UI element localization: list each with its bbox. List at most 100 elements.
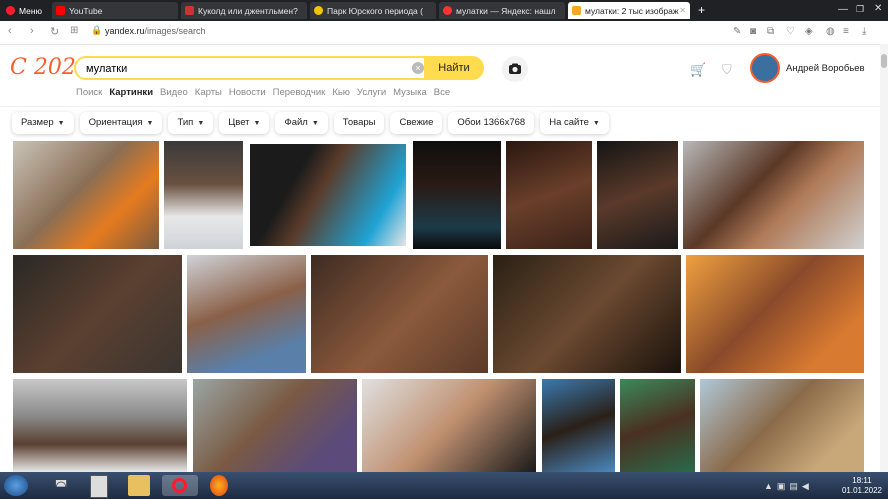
search-input[interactable] (84, 60, 408, 78)
image-result[interactable] (13, 255, 182, 373)
nav-maps[interactable]: Карты (195, 87, 222, 98)
image-result[interactable] (686, 255, 864, 373)
image-result[interactable] (413, 141, 501, 249)
firefox-icon[interactable] (210, 475, 228, 496)
tab-jurassic-park[interactable]: Парк Юрского периода ( (310, 2, 436, 19)
tab-cuckold[interactable]: Куколд или джентльмен? (181, 2, 307, 19)
image-result[interactable] (193, 379, 357, 472)
system-tray-icons[interactable]: ▲▣▤◀ (764, 481, 813, 492)
new-tab-icon[interactable]: + (698, 3, 705, 17)
screenshot-icon[interactable]: ◙ (750, 26, 756, 37)
clock[interactable]: 18:11 01.01.2022 (842, 476, 882, 496)
nav-search[interactable]: Поиск (76, 87, 102, 98)
minimize-icon[interactable]: — (838, 4, 848, 15)
camera-icon (509, 63, 521, 74)
opera-icon (172, 478, 187, 493)
nav-images[interactable]: Картинки (109, 87, 153, 98)
globe-icon[interactable]: ◍ (826, 26, 835, 37)
filter-wallpaper-size[interactable]: Обои 1366x768 (448, 112, 535, 134)
nav-services[interactable]: Услуги (357, 87, 386, 98)
image-result[interactable] (311, 255, 488, 373)
scrollbar[interactable] (880, 44, 888, 472)
user-name[interactable]: Андрей Воробьев (786, 63, 865, 74)
image-result[interactable] (187, 255, 306, 373)
back-icon[interactable]: ‹ (8, 25, 12, 37)
tab-yandex-search[interactable]: мулатки — Яндекс: нашл (439, 2, 565, 19)
maximize-icon[interactable]: ❐ (856, 4, 864, 15)
chevron-down-icon: ▼ (146, 120, 154, 127)
browser-tab-strip: Меню YouTube Куколд или джентльмен? Парк… (0, 0, 888, 21)
filter-size[interactable]: Размер ▼ (12, 112, 74, 134)
image-search-camera-button[interactable] (502, 56, 528, 82)
chevron-down-icon: ▼ (197, 120, 205, 127)
nav-translate[interactable]: Переводчик (273, 87, 326, 98)
address-bar: ‹ › ↻ ⊞ 🔒 yandex.ru/images/search ✎ ◙ ⧉ … (0, 21, 888, 45)
filter-bar: Размер ▼ Ориентация ▼ Тип ▼ Цвет ▼ Файл ▼ Тов… (12, 112, 609, 134)
grid-icon[interactable]: ⊞ (70, 25, 78, 36)
user-profile[interactable]: Андрей Воробьев (750, 53, 865, 83)
cube-icon[interactable]: ◈ (805, 26, 813, 37)
close-window-icon[interactable]: ✕ (874, 3, 882, 14)
image-result[interactable] (493, 255, 681, 373)
image-result[interactable] (620, 379, 695, 472)
url-field[interactable]: yandex.ru/images/search (105, 26, 206, 36)
scrollbar-thumb[interactable] (881, 54, 887, 68)
download-icon[interactable]: ⤓ (862, 26, 866, 37)
image-result[interactable] (597, 141, 678, 249)
chevron-down-icon: ▼ (253, 120, 261, 127)
filter-color[interactable]: Цвет ▼ (219, 112, 270, 134)
file-explorer-icon[interactable] (128, 475, 150, 496)
cart-icon[interactable]: 🛒 (690, 62, 706, 78)
nav-music[interactable]: Музыка (393, 87, 427, 98)
tab-youtube[interactable]: YouTube (52, 2, 178, 19)
yandex-icon (443, 6, 452, 15)
filter-file[interactable]: Файл ▼ (275, 112, 328, 134)
windows-taskbar: ◚ ▲▣▤◀ 18:11 01.01.2022 (0, 472, 888, 499)
opera-taskbar-button[interactable] (162, 475, 198, 496)
image-results-grid (0, 140, 880, 472)
calculator-icon[interactable] (90, 475, 108, 498)
nav-video[interactable]: Видео (160, 87, 188, 98)
image-result[interactable] (700, 379, 864, 472)
filter-products[interactable]: Товары (333, 112, 385, 134)
header-divider (0, 106, 888, 107)
search-verticals-nav: Поиск Картинки Видео Карты Новости Перев… (76, 87, 450, 98)
image-result[interactable] (362, 379, 536, 472)
edit-icon[interactable]: ✎ (733, 26, 741, 37)
snapshot-icon[interactable]: ⧉ (767, 26, 774, 37)
tab-yandex-images[interactable]: мулатки: 2 тыс изображ ✕ (568, 2, 690, 19)
find-button[interactable]: Найти (424, 56, 484, 80)
images-icon (572, 6, 581, 15)
menu-lines-icon[interactable]: ≡ (843, 26, 849, 37)
opera-menu-button[interactable]: Меню (2, 2, 49, 19)
filter-fresh[interactable]: Свежие (390, 112, 443, 134)
shield-icon[interactable]: ⛉ (722, 62, 732, 78)
nav-all[interactable]: Все (434, 87, 450, 98)
nav-q[interactable]: Кью (332, 87, 350, 98)
image-result[interactable] (506, 141, 592, 249)
filter-on-site[interactable]: На сайте ▼ (540, 112, 609, 134)
nav-news[interactable]: Новости (229, 87, 266, 98)
search-box: × Найти (74, 56, 484, 80)
game-controller-icon[interactable]: ◚ (46, 475, 76, 496)
image-result[interactable] (13, 141, 159, 249)
favorite-heart-icon[interactable]: ♡ (786, 26, 795, 37)
image-result[interactable] (164, 141, 243, 249)
opera-logo-icon (6, 6, 15, 15)
close-tab-icon[interactable]: ✕ (679, 6, 686, 15)
clear-search-icon[interactable]: × (412, 62, 424, 74)
avatar[interactable] (750, 53, 780, 83)
start-button[interactable] (4, 475, 28, 496)
filter-orientation[interactable]: Ориентация ▼ (79, 112, 163, 134)
lock-icon: 🔒 (91, 25, 103, 35)
image-result[interactable] (13, 379, 187, 472)
chevron-down-icon: ▼ (592, 120, 600, 127)
image-result[interactable] (683, 141, 864, 249)
image-result[interactable] (250, 144, 406, 246)
reload-icon[interactable]: ↻ (50, 25, 59, 38)
forward-icon[interactable]: › (30, 25, 34, 37)
image-result[interactable] (542, 379, 615, 472)
chevron-down-icon: ▼ (57, 120, 65, 127)
filter-type[interactable]: Тип ▼ (168, 112, 214, 134)
youtube-icon (56, 6, 65, 15)
